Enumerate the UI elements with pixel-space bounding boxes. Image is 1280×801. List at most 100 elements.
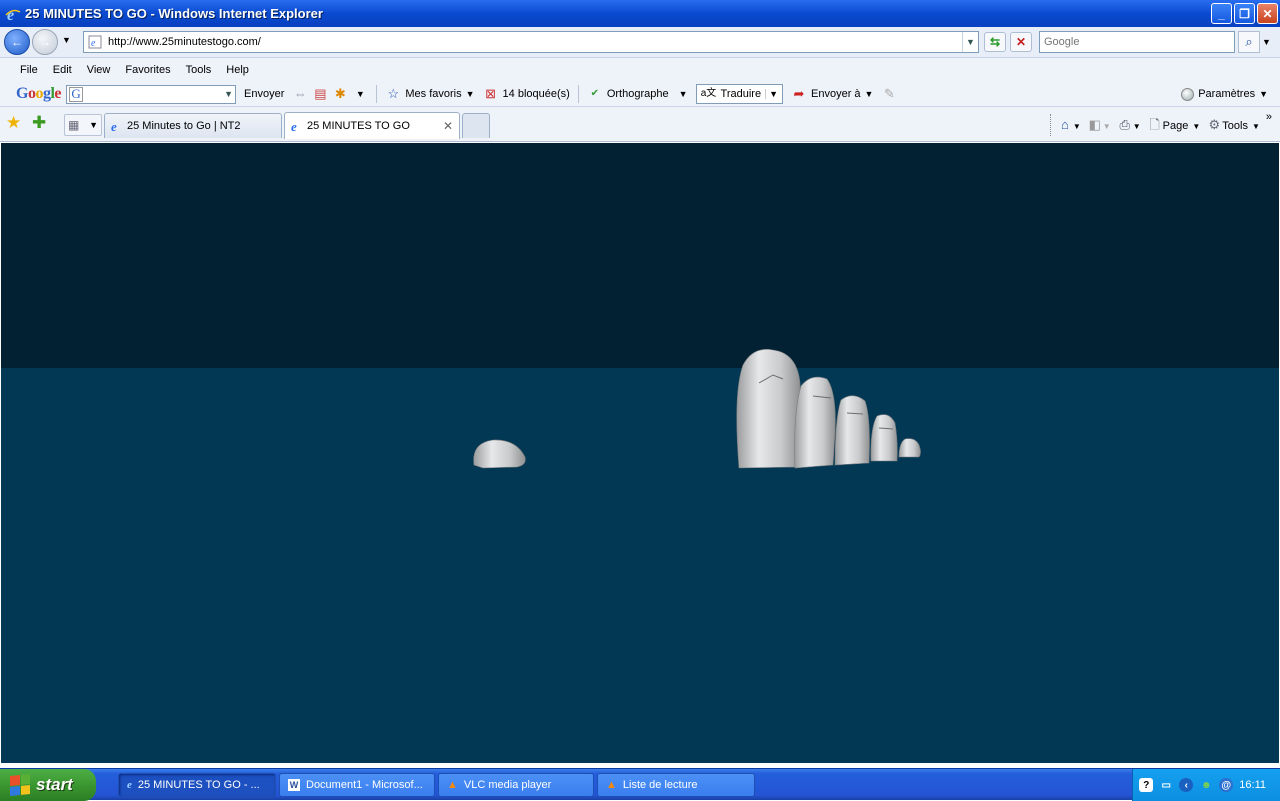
ie-page-icon: e [111, 119, 117, 133]
chevron-down-icon: ▼ [1132, 121, 1141, 131]
print-button[interactable]: ⎙ ▼ [1117, 117, 1141, 133]
chevron-down-icon: ▼ [1251, 121, 1260, 131]
ie-logo-icon: e [5, 7, 21, 22]
home-button[interactable]: ⌂ ▼ [1057, 117, 1081, 133]
blocked-label: 14 bloquée(s) [502, 88, 570, 100]
tools-menu-button[interactable]: ⚙ Tools ▼ [1206, 117, 1260, 133]
taskbar-item-label: Document1 - Microsof... [306, 779, 423, 791]
tray-expand-icon[interactable]: ‹ [1179, 778, 1194, 792]
menu-tools[interactable]: Tools [186, 64, 221, 76]
taskbar-item-vlc[interactable]: ▲ VLC media player [438, 773, 594, 797]
toolbar-buttons-group[interactable]: ⇔ ▤ ✱ ▼ [292, 86, 368, 102]
display-icon[interactable]: ▭ [1159, 778, 1173, 792]
translate-button[interactable]: a文 Traduire ▼ [695, 84, 783, 104]
chevron-down-icon: ▼ [1259, 89, 1268, 99]
chevron-down-icon[interactable]: ▼ [765, 89, 778, 99]
taskbar-item-word[interactable]: W Document1 - Microsof... [279, 773, 435, 797]
favorites-center-icon[interactable]: ★ [6, 113, 21, 133]
chevron-down-icon: ▼ [1192, 121, 1201, 131]
address-field[interactable]: e ▼ [83, 31, 979, 53]
search-box[interactable] [1039, 31, 1235, 53]
stop-button[interactable]: ✕ [1010, 32, 1032, 52]
translate-label: Traduire [720, 88, 762, 100]
url-dropdown-icon[interactable]: ▼ [962, 32, 978, 52]
windows-logo-icon [10, 773, 30, 797]
search-options-dropdown-icon[interactable]: ▼ [1262, 37, 1271, 47]
arrow-right-icon: → [39, 35, 51, 49]
network-icon[interactable]: @ [1219, 778, 1234, 792]
forward-button[interactable]: → [32, 29, 58, 55]
help-icon[interactable]: ? [1139, 778, 1154, 792]
chevron-down-icon: ▼ [678, 89, 688, 99]
settings-label: Paramètres [1198, 88, 1256, 100]
messenger-icon[interactable]: ☻ [1199, 778, 1213, 792]
ie-page-icon: e [291, 119, 297, 133]
tab-25-minutes-to-go[interactable]: e 25 MINUTES TO GO ✕ [284, 112, 460, 139]
translate-icon: a文 [700, 88, 717, 99]
add-favorite-icon[interactable]: ✚ [32, 113, 46, 133]
window-title: 25 MINUTES TO GO - Windows Internet Expl… [25, 6, 323, 21]
menu-bar: File Edit View Favorites Tools Help [0, 58, 1280, 82]
blocked-popup-icon: ⊠ [485, 86, 496, 101]
menu-help[interactable]: Help [226, 64, 258, 76]
menu-view[interactable]: View [87, 64, 120, 76]
google-search-input[interactable]: G ▼ [66, 84, 237, 104]
page-favicon-icon: e [88, 35, 102, 49]
send-to-button[interactable]: ➦ Envoyer à ▼ [791, 86, 874, 102]
quick-tabs-button[interactable]: ▦ ▼ [64, 114, 102, 136]
maximize-button[interactable]: ❐ [1234, 3, 1255, 24]
url-input[interactable] [108, 36, 962, 48]
stop-icon: ✕ [1015, 35, 1027, 49]
back-button[interactable]: ← [4, 29, 30, 55]
google-send-label: Envoyer [244, 88, 285, 100]
start-button[interactable]: start [0, 769, 96, 801]
chevron-down-icon[interactable]: ▼ [352, 86, 368, 102]
taskbar-item-playlist[interactable]: ▲ Liste de lecture [597, 773, 755, 797]
new-tab-button[interactable] [462, 113, 490, 138]
page-viewport[interactable] [1, 143, 1279, 763]
notebook-icon[interactable]: ▤ [312, 86, 328, 102]
favorites-button[interactable]: ☆ Mes favoris ▼ [385, 86, 475, 102]
history-dropdown-icon[interactable]: ▼ [62, 35, 71, 45]
clock: 16:11 [1239, 779, 1266, 791]
search-button[interactable]: ⌕ [1238, 31, 1260, 53]
minimize-button[interactable]: _ [1211, 3, 1232, 24]
lone-rock [473, 439, 526, 469]
menu-file[interactable]: File [20, 64, 47, 76]
ie-icon: e [127, 779, 132, 791]
tab-nt2[interactable]: e 25 Minutes to Go | NT2 [104, 113, 282, 138]
refresh-icon: ⇆ [989, 35, 1001, 49]
menu-favorites[interactable]: Favorites [125, 64, 179, 76]
taskbar: start e 25 MINUTES TO GO - ... W Documen… [0, 768, 1280, 801]
chevron-down-icon[interactable]: ▼ [224, 89, 233, 99]
spelling-label: Orthographe [606, 88, 669, 100]
settings-button[interactable]: Paramètres ▼ [1181, 87, 1268, 101]
refresh-button[interactable]: ⇆ [984, 32, 1006, 52]
search-input[interactable] [1044, 36, 1234, 48]
rss-icon: ◧ [1088, 116, 1101, 132]
tab-label: 25 Minutes to Go | NT2 [127, 120, 241, 132]
command-bar: ⌂ ▼ ◧ ▼ ⎙ ▼ 🗋 Page ▼ ⚙ Tools ▼ » [1049, 107, 1280, 142]
taskbar-item-label: 25 MINUTES TO GO - ... [137, 779, 260, 791]
chevron-down-icon: ▼ [1072, 121, 1081, 131]
close-tab-icon[interactable]: ✕ [443, 119, 453, 133]
arrows-icon[interactable]: ⇔ [292, 86, 308, 102]
spellcheck-button[interactable]: ✔ Orthographe ▼ [587, 86, 688, 102]
taskbar-item-label: VLC media player [463, 779, 552, 791]
chevron-down-icon[interactable]: ▼ [89, 120, 98, 130]
page-label: Page [1162, 119, 1189, 132]
spellcheck-icon: ✔ [590, 88, 600, 99]
feeds-button[interactable]: ◧ ▼ [1087, 117, 1111, 133]
menu-edit[interactable]: Edit [53, 64, 81, 76]
highlighter-button[interactable]: ✎ [881, 86, 897, 102]
popup-blocker-button[interactable]: ⊠ 14 bloquée(s) [483, 86, 570, 102]
page-menu-button[interactable]: 🗋 Page ▼ [1147, 117, 1201, 133]
google-toolbar: Google G ▼ Envoyer ⇔ ▤ ✱ ▼ ☆ Mes favoris… [0, 82, 1280, 107]
google-send-button[interactable]: Envoyer [244, 88, 284, 100]
puzzle-icon[interactable]: ✱ [332, 86, 348, 102]
chevron-more-icon[interactable]: » [1266, 111, 1272, 123]
search-icon: ⌕ [1245, 34, 1253, 49]
close-button[interactable]: ✕ [1257, 3, 1278, 24]
tools-label: Tools [1222, 119, 1248, 132]
taskbar-item-ie[interactable]: e 25 MINUTES TO GO - ... [118, 773, 276, 797]
